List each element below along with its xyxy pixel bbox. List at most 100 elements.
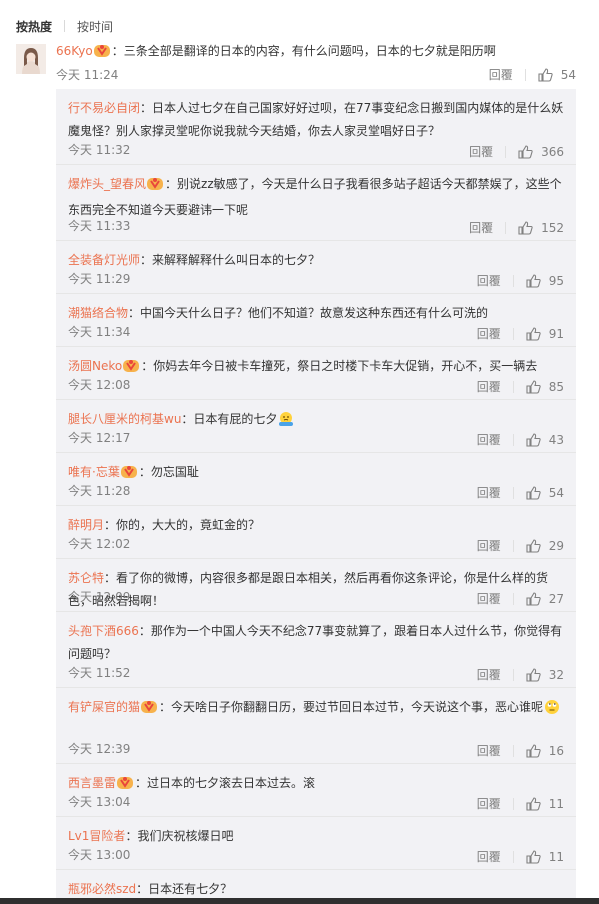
reply-item: 西言墨雷 ：过日本的七夕滚去日本过去。滚 今天 13:04 回覆 11	[56, 764, 576, 817]
like-button[interactable]: 54	[538, 68, 576, 82]
reply-text: Lv1冒险者：我们庆祝核爆日吧	[68, 825, 568, 848]
reply-username[interactable]: 行不易必自闭	[68, 101, 140, 115]
thumbs-up-icon	[526, 743, 541, 758]
reply-username[interactable]: 潮猫络合物	[68, 306, 128, 320]
action-divider	[512, 486, 514, 499]
reply-button[interactable]: 回覆	[477, 325, 501, 342]
reply-button[interactable]: 回覆	[469, 219, 493, 236]
reply-content: ：日本还有七夕？	[136, 882, 233, 896]
reply-button[interactable]: 回覆	[477, 590, 501, 607]
reply-item: 苏仑特：看了你的微博，内容很多都是跟日本相关，然后再看你这条评论，你是什么样的货…	[56, 559, 576, 612]
sort-divider	[64, 20, 66, 32]
action-divider	[512, 327, 514, 340]
main-comment-time: 今天 11:24	[56, 68, 119, 82]
action-divider	[512, 274, 514, 287]
thumbs-up-icon	[526, 432, 541, 447]
thumbs-up-icon	[526, 538, 541, 553]
reply-username[interactable]: Lv1冒险者	[68, 829, 125, 843]
thumbs-up-icon	[526, 273, 541, 288]
reply-button[interactable]: 回覆	[477, 537, 501, 554]
like-button[interactable]: 95	[526, 274, 564, 288]
reply-button[interactable]: 回覆	[477, 848, 501, 865]
avatar[interactable]	[16, 44, 46, 74]
reply-username[interactable]: 唯有·忘葉	[68, 465, 120, 479]
reply-button[interactable]: 回覆	[489, 66, 513, 83]
reply-content: ：来解释解释什么叫日本的七夕？	[140, 253, 321, 267]
reply-username[interactable]: 头孢下酒666	[68, 624, 139, 638]
like-button[interactable]: 85	[526, 380, 564, 394]
reply-username[interactable]: 有铲屎官的猫	[68, 700, 140, 714]
like-button[interactable]: 11	[526, 850, 564, 864]
reply-text: 有铲屎官的猫 ：今天啥日子你翻翻日历，要过节回日本过节，今天说这个事，恶心谁呢	[68, 696, 568, 723]
like-button[interactable]: 27	[526, 592, 564, 606]
reply-text: 头孢下酒666：那作为一个中国人今天不纪念77事变就算了，跟着日本人过什么节，你…	[68, 620, 568, 666]
reply-actions: 回覆 16	[477, 742, 564, 759]
reply-button[interactable]: 回覆	[469, 143, 493, 160]
reply-content: ：中国今天什么日子？他们不知道？故意发这种东西还有什么可洗的	[128, 306, 489, 320]
reply-button[interactable]: 回覆	[477, 378, 501, 395]
like-button[interactable]: 152	[518, 221, 564, 235]
reply-item: 汤圆Neko ：你妈去年今日被卡车撞死，祭日之时楼下卡车大促销，开心不，买一辆去今…	[56, 347, 576, 400]
like-button[interactable]: 11	[526, 797, 564, 811]
reply-text: 潮猫络合物：中国今天什么日子？他们不知道？故意发这种东西还有什么可洗的	[68, 302, 568, 325]
reply-item: 腿长八厘米的柯基wu：日本有屁的七夕 今天 12:17 回覆 43	[56, 400, 576, 453]
reply-username[interactable]: 腿长八厘米的柯基wu	[68, 412, 181, 426]
reply-content: ：过日本的七夕滚去日本过去。滚	[135, 776, 316, 790]
reply-actions: 回覆 27	[477, 590, 564, 607]
thumbs-up-icon	[526, 796, 541, 811]
like-button[interactable]: 29	[526, 539, 564, 553]
like-button[interactable]: 32	[526, 668, 564, 682]
main-comment: 66Kyo ：三条全部是翻译的日本的内容，有什么问题吗，日本的七夕就是阳历啊 今天…	[16, 44, 582, 84]
reply-time: 今天 11:52	[68, 666, 131, 680]
reply-username[interactable]: 汤圆Neko	[68, 359, 122, 373]
shrug-emoji	[278, 411, 294, 435]
like-button[interactable]: 54	[526, 486, 564, 500]
reply-button[interactable]: 回覆	[477, 795, 501, 812]
reply-actions: 回覆 32	[477, 666, 564, 683]
reply-username[interactable]: 醉明月	[68, 518, 104, 532]
action-divider	[512, 592, 514, 605]
thumbs-up-icon	[518, 220, 533, 235]
main-comment-username[interactable]: 66Kyo	[56, 44, 93, 58]
thumbs-up-icon	[518, 144, 533, 159]
reply-username[interactable]: 爆炸头_望春风	[68, 177, 146, 191]
reply-username[interactable]: 西言墨雷	[68, 776, 116, 790]
reply-button[interactable]: 回覆	[477, 742, 501, 759]
action-divider	[512, 797, 514, 810]
reply-time: 今天 12:02	[68, 537, 131, 551]
thumbs-up-icon	[526, 485, 541, 500]
reply-username[interactable]: 全装备灯光师	[68, 253, 140, 267]
like-button[interactable]: 366	[518, 145, 564, 159]
like-count: 95	[548, 273, 564, 288]
like-button[interactable]: 43	[526, 433, 564, 447]
reply-time: 今天 12:39	[68, 742, 131, 756]
thumbs-up-icon	[526, 379, 541, 394]
reply-item: 唯有·忘葉 ：勿忘国耻 今天 11:28 回覆 54	[56, 453, 576, 506]
reply-button[interactable]: 回覆	[477, 272, 501, 289]
reply-username[interactable]: 苏仑特	[68, 571, 104, 585]
reply-actions: 回覆 54	[477, 484, 564, 501]
reply-username[interactable]: 瓶邪必然szd	[68, 882, 136, 896]
like-count: 11	[548, 796, 564, 811]
sort-by-hot-tab[interactable]: 按热度	[16, 18, 52, 35]
action-divider	[505, 145, 507, 158]
like-count: 85	[548, 379, 564, 394]
like-button[interactable]: 16	[526, 744, 564, 758]
reply-actions: 回覆 85	[477, 378, 564, 395]
reply-actions: 回覆 366	[469, 143, 564, 160]
reply-actions: 回覆 91	[477, 325, 564, 342]
main-comment-text: 66Kyo ：三条全部是翻译的日本的内容，有什么问题吗，日本的七夕就是阳历啊	[56, 44, 576, 62]
reply-item: 醉明月：你的，大大的，竟虹金的？ 今天 12:02 回覆 29	[56, 506, 576, 559]
reply-time: 今天 12:08	[68, 378, 131, 392]
action-divider	[512, 539, 514, 552]
reply-content: ：勿忘国耻	[138, 465, 199, 479]
sort-by-time-tab[interactable]: 按时间	[77, 18, 113, 35]
reply-button[interactable]: 回覆	[477, 431, 501, 448]
like-button[interactable]: 91	[526, 327, 564, 341]
reply-item: 行不易必自闭：日本人过七夕在自己国家好好过呗，在77事变纪念日搬到国内媒体的是什…	[56, 89, 576, 165]
sort-bar: 按热度 按时间	[16, 17, 113, 35]
action-divider	[512, 850, 514, 863]
reply-button[interactable]: 回覆	[477, 666, 501, 683]
reply-button[interactable]: 回覆	[477, 484, 501, 501]
reply-content: ：日本人过七夕在自己国家好好过呗，在77事变纪念日搬到国内媒体的是什么妖魔鬼怪？…	[68, 101, 564, 138]
